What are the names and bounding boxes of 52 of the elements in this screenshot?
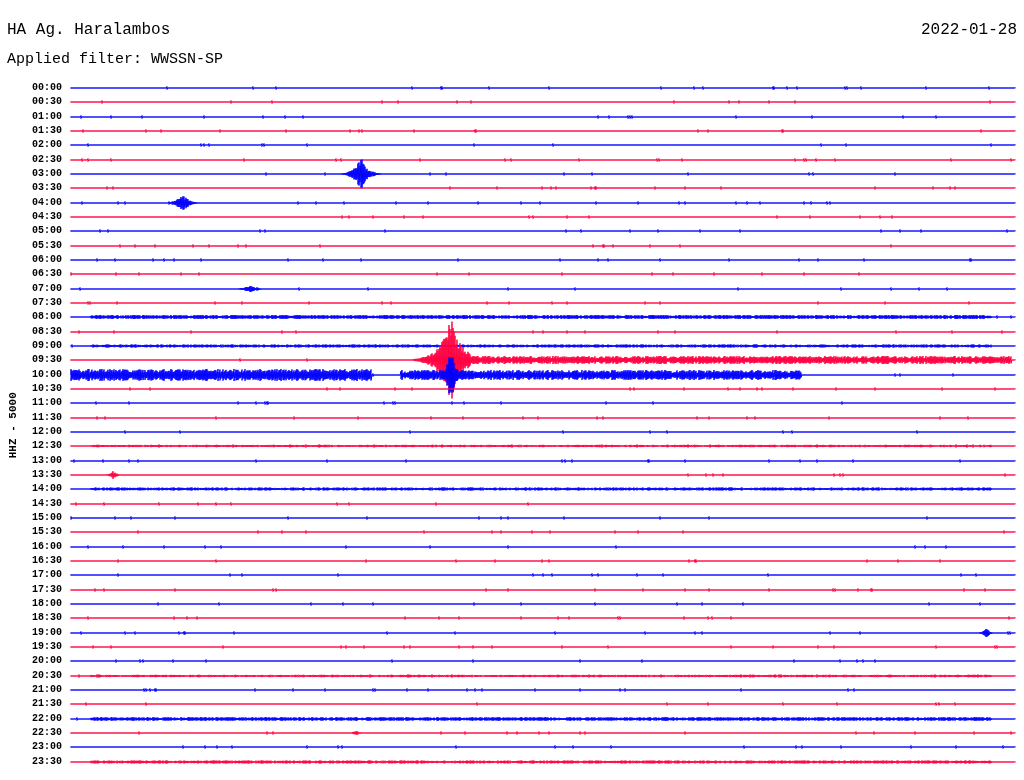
time-label: 00:30 [31, 96, 62, 109]
filter-label: Applied filter: WWSSN-SP [7, 51, 224, 68]
time-label: 18:30 [31, 612, 62, 625]
time-label: 23:00 [31, 741, 62, 754]
time-label: 03:00 [31, 168, 62, 181]
time-label: 03:30 [31, 182, 62, 195]
time-label: 04:30 [31, 211, 62, 224]
time-label: 12:00 [31, 426, 62, 439]
time-label: 19:30 [31, 640, 62, 653]
time-label: 19:00 [31, 626, 62, 639]
time-label: 15:30 [31, 526, 62, 539]
time-label: 08:00 [31, 311, 62, 324]
time-label: 05:30 [31, 239, 62, 252]
time-label: 08:30 [31, 325, 62, 338]
time-label: 23:30 [31, 755, 62, 768]
time-label: 07:00 [31, 282, 62, 295]
time-label: 20:30 [31, 669, 62, 682]
time-label: 09:00 [31, 340, 62, 353]
time-label: 22:00 [31, 712, 62, 725]
time-label: 16:00 [31, 540, 62, 553]
time-label: 21:00 [31, 683, 62, 696]
time-label: 12:30 [31, 440, 62, 453]
time-label: 11:00 [31, 397, 62, 410]
time-label: 02:30 [31, 153, 62, 166]
time-label: 09:30 [31, 354, 62, 367]
time-label: 17:30 [31, 583, 62, 596]
time-label: 02:00 [31, 139, 62, 152]
date-label: 2022-01-28 [921, 20, 1017, 40]
time-label: 22:30 [31, 726, 62, 739]
time-label: 14:00 [31, 483, 62, 496]
time-label: 04:00 [31, 196, 62, 209]
time-label: 17:00 [31, 569, 62, 582]
time-label: 13:00 [31, 454, 62, 467]
station-title: HA Ag. Haralambos [7, 20, 171, 40]
time-label: 07:30 [31, 297, 62, 310]
time-label: 10:00 [31, 368, 62, 381]
time-label: 06:00 [31, 254, 62, 267]
time-label: 11:30 [31, 411, 62, 424]
time-label: 10:30 [31, 383, 62, 396]
time-label: 18:00 [31, 597, 62, 610]
time-label: 15:00 [31, 512, 62, 524]
axis-label: HHZ - 5000 [5, 391, 20, 458]
time-label: 21:30 [31, 698, 62, 711]
time-label: 00:00 [31, 82, 62, 95]
time-label: 13:30 [31, 469, 62, 481]
time-label: 20:00 [31, 655, 62, 668]
time-label: 01:30 [31, 125, 62, 138]
time-label: 06:30 [31, 268, 62, 281]
time-label: 05:00 [31, 225, 62, 238]
time-label: 01:00 [31, 110, 62, 123]
time-label: 16:30 [31, 555, 62, 567]
time-label: 14:30 [31, 497, 62, 510]
